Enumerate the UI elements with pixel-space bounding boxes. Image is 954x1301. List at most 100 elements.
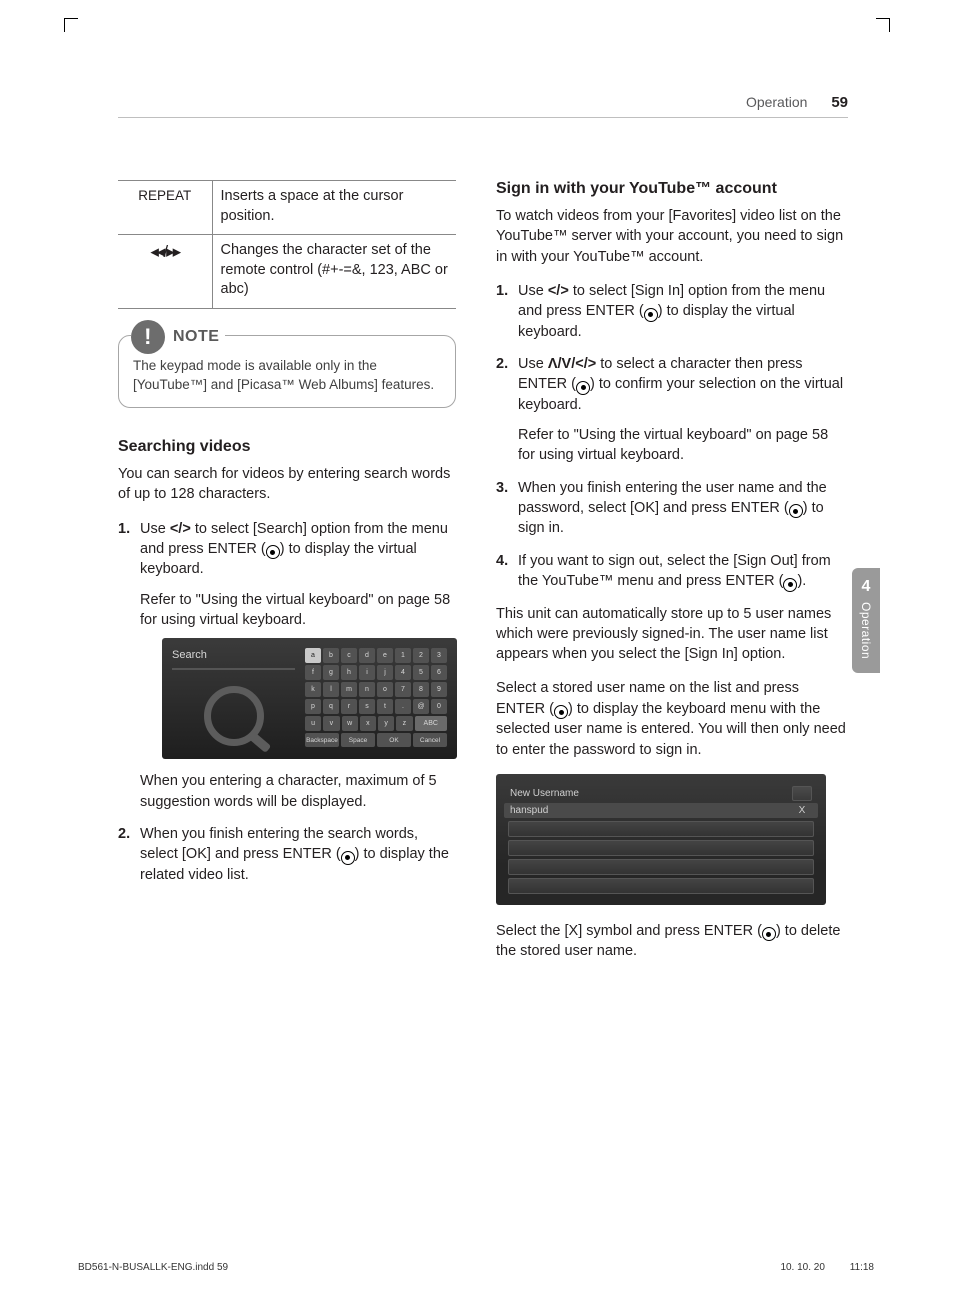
thumb-label: Operation <box>859 602 873 659</box>
key: 0 <box>431 699 447 714</box>
key-abc: ABC <box>415 716 448 731</box>
footer-file: BD561-N-BUSALLK-ENG.indd 59 <box>78 1262 228 1273</box>
step-2: When you finish entering the search word… <box>118 824 456 885</box>
enter-icon <box>789 504 803 518</box>
table-desc: Inserts a space at the cursor position. <box>212 181 456 235</box>
key: 9 <box>431 682 447 697</box>
left-column: REPEAT Inserts a space at the cursor pos… <box>118 180 456 976</box>
table-row: ◂◂/▸▸ Changes the character set of the r… <box>118 235 456 309</box>
step-sub: Refer to "Using the virtual keyboard" on… <box>518 425 848 466</box>
key: l <box>323 682 339 697</box>
key-backspace: Backspace <box>305 733 339 747</box>
key: 6 <box>431 665 447 680</box>
thumb-chapter: 4 <box>852 578 880 596</box>
key: t <box>377 699 393 714</box>
paragraph-select-user: Select a stored user name on the list an… <box>496 678 848 759</box>
search-underline <box>172 668 295 670</box>
key: a <box>305 648 321 663</box>
key: p <box>305 699 321 714</box>
enter-icon <box>266 545 280 559</box>
side-thumb-tab: 4 Operation <box>852 568 880 673</box>
key: w <box>342 716 358 731</box>
right-column: Sign in with your YouTube™ account To wa… <box>496 180 848 976</box>
direction-arrows-icon: Λ/V/</> <box>548 356 596 372</box>
footer-time: 11:18 <box>850 1262 874 1273</box>
key: b <box>323 648 339 663</box>
table-key: REPEAT <box>118 181 212 235</box>
key: y <box>378 716 394 731</box>
key: q <box>323 699 339 714</box>
screenshot-caption: When you entering a character, maximum o… <box>140 771 456 812</box>
username-empty-slot <box>508 878 814 894</box>
key: 3 <box>431 648 447 663</box>
enter-icon <box>554 705 568 719</box>
table-key: ◂◂/▸▸ <box>118 235 212 309</box>
key-ok: OK <box>377 733 411 747</box>
remote-key-table: REPEAT Inserts a space at the cursor pos… <box>118 180 456 309</box>
p-text: Select the [X] symbol and press ENTER ( <box>496 923 762 939</box>
note-badge: ! NOTE <box>131 320 225 354</box>
step-text: When you finish entering the user name a… <box>518 480 827 516</box>
note-label: NOTE <box>173 325 219 348</box>
left-right-arrows-icon: </> <box>170 521 191 537</box>
key: n <box>359 682 375 697</box>
step-text: Use <box>518 283 548 299</box>
table-desc: Changes the character set of the remote … <box>212 235 456 309</box>
key: i <box>359 665 375 680</box>
key: m <box>341 682 357 697</box>
skip-icon: ◂◂/▸▸ <box>150 242 179 261</box>
key: u <box>305 716 321 731</box>
intro-paragraph: To watch videos from your [Favorites] vi… <box>496 206 848 267</box>
key: z <box>396 716 412 731</box>
username-list-screenshot: New Username hanspud X <box>496 774 826 905</box>
key: 7 <box>395 682 411 697</box>
section-heading-signin: Sign in with your YouTube™ account <box>496 180 848 198</box>
key: s <box>359 699 375 714</box>
page-footer: BD561-N-BUSALLK-ENG.indd 59 10. 10. 20 1… <box>78 1262 874 1273</box>
steps-search: Use </> to select [Search] option from t… <box>118 519 456 885</box>
enter-icon <box>341 851 355 865</box>
footer-date: 10. 10. 20 <box>780 1262 824 1273</box>
username-empty-slot <box>508 859 814 875</box>
username-empty-slots <box>504 821 818 894</box>
section-heading-searching: Searching videos <box>118 438 456 456</box>
step-text: Use <box>140 521 170 537</box>
note-text: The keypad mode is available only in the… <box>133 358 434 393</box>
key: c <box>341 648 357 663</box>
crop-mark-tl <box>64 18 78 32</box>
step-4: If you want to sign out, select the [Sig… <box>496 551 848 592</box>
key: 2 <box>413 648 429 663</box>
note-box: ! NOTE The keypad mode is available only… <box>118 335 456 408</box>
key: @ <box>413 699 429 714</box>
steps-signin: Use </> to select [Sign In] option from … <box>496 281 848 592</box>
step-2: Use Λ/V/</> to select a character then p… <box>496 354 848 466</box>
key: r <box>341 699 357 714</box>
enter-icon <box>762 927 776 941</box>
step-sub: Refer to "Using the virtual keyboard" on… <box>140 590 456 631</box>
username-empty-slot <box>508 821 814 837</box>
search-panel: Search <box>172 648 295 749</box>
key: 4 <box>395 665 411 680</box>
key: f <box>305 665 321 680</box>
key-space: Space <box>341 733 375 747</box>
header-section: Operation <box>746 94 807 110</box>
key: e <box>377 648 393 663</box>
key: 8 <box>413 682 429 697</box>
key: . <box>395 699 411 714</box>
key: o <box>377 682 393 697</box>
step-3: When you finish entering the user name a… <box>496 478 848 539</box>
enter-icon <box>783 578 797 592</box>
header-page-number: 59 <box>831 94 848 111</box>
step-text: Use <box>518 356 548 372</box>
search-title: Search <box>172 648 295 663</box>
key: d <box>359 648 375 663</box>
username-new-label: New Username <box>510 788 792 799</box>
exclamation-icon: ! <box>131 320 165 354</box>
key: 1 <box>395 648 411 663</box>
username-name: hanspud <box>510 805 792 816</box>
step-1: Use </> to select [Search] option from t… <box>118 519 456 812</box>
step-text: ). <box>797 573 806 589</box>
page: Operation 59 REPEAT Inserts a space at t… <box>118 94 848 1241</box>
username-delete-x: X <box>792 805 812 816</box>
username-empty-box <box>792 786 812 801</box>
